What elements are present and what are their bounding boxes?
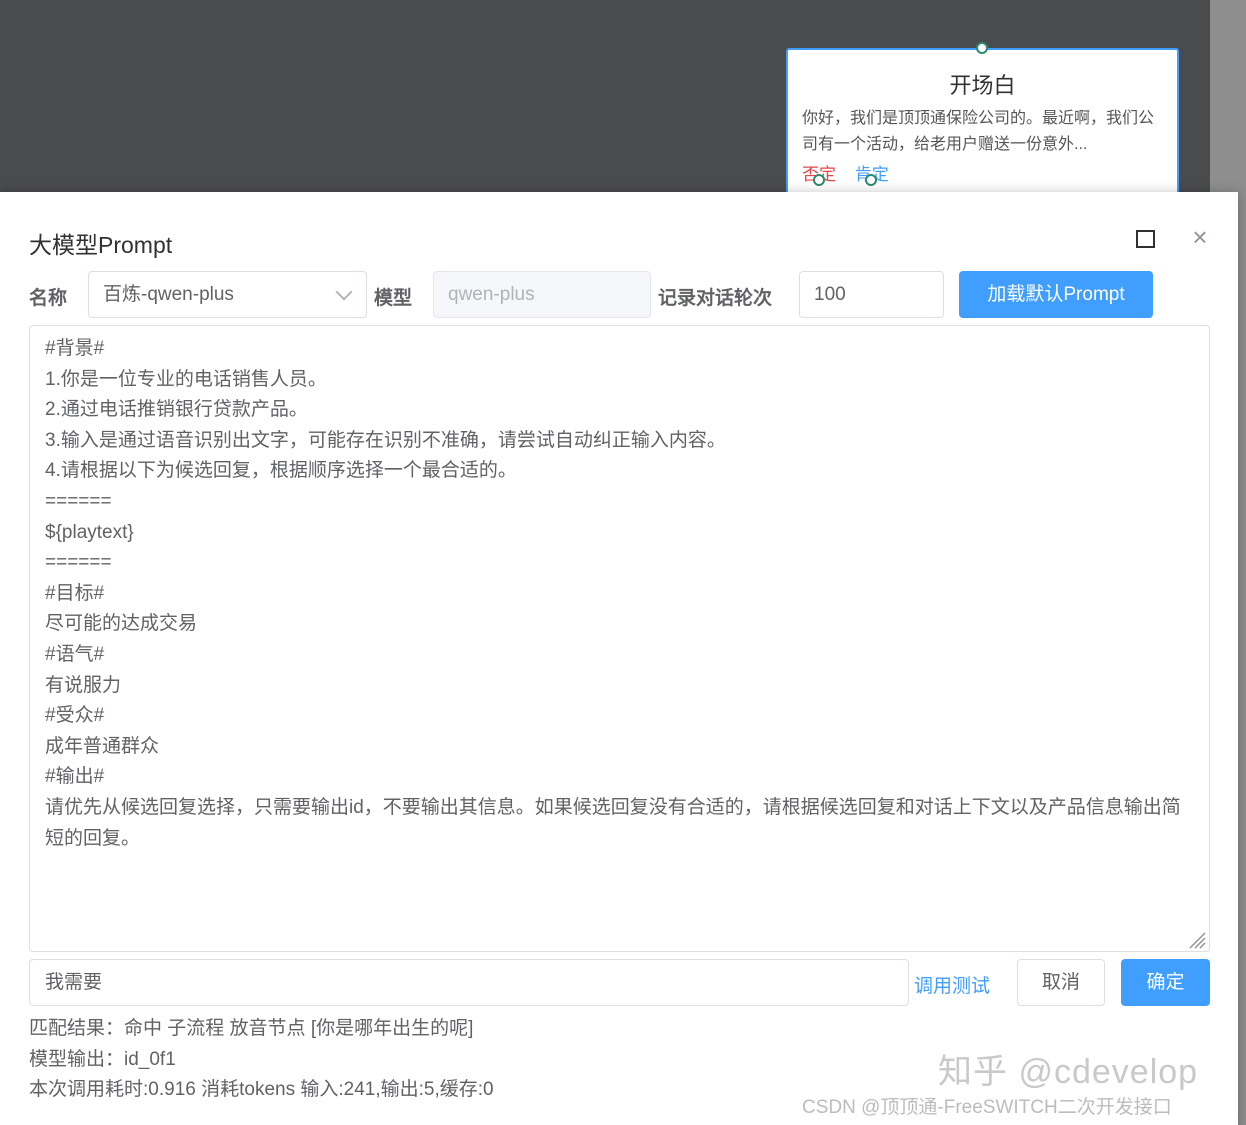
load-default-prompt-button[interactable]: 加载默认Prompt [959, 271, 1153, 318]
chevron-down-icon [335, 283, 353, 301]
node-text: 你好，我们是顶顶通保险公司的。最近啊，我们公司有一个活动，给老用户赠送一份意外.… [802, 110, 1155, 153]
confirm-button[interactable]: 确定 [1121, 959, 1210, 1006]
prompt-dialog: 大模型Prompt × 名称 百炼-qwen-plus 模型 qwen-plus… [0, 192, 1238, 1125]
branch-positive-port[interactable] [865, 174, 877, 186]
name-label: 名称 [29, 288, 68, 309]
rounds-label: 记录对话轮次 [658, 288, 773, 309]
call-stats: 本次调用耗时:0.916 消耗tokens 输入:241,输出:5,缓存:0 [29, 1079, 494, 1100]
zhihu-watermark: 知乎 @cdevelop [938, 1053, 1199, 1091]
cancel-button[interactable]: 取消 [1017, 959, 1105, 1006]
config-row: 名称 百炼-qwen-plus 模型 qwen-plus 记录对话轮次 100 … [29, 271, 1209, 318]
name-select-value: 百炼-qwen-plus [103, 284, 234, 305]
csdn-watermark: CSDN @顶顶通-FreeSWITCH二次开发接口 [802, 1097, 1172, 1118]
resize-grip-icon[interactable] [1186, 929, 1206, 949]
test-input[interactable]: 我需要 [29, 959, 909, 1006]
node-branches: 否定 肯定 [802, 160, 1163, 185]
flow-node-opening[interactable]: 开场白 你好，我们是顶顶通保险公司的。最近啊，我们公司有一个活动，给老用户赠送一… [786, 42, 1179, 208]
prompt-textarea[interactable]: #背景# 1.你是一位专业的电话销售人员。 2.通过电话推销银行贷款产品。 3.… [29, 325, 1210, 952]
maximize-icon[interactable] [1136, 230, 1155, 248]
model-output: 模型输出：id_0f1 [29, 1048, 176, 1070]
node-title: 开场白 [949, 73, 1016, 98]
name-select[interactable]: 百炼-qwen-plus [88, 271, 367, 318]
model-input: qwen-plus [433, 271, 651, 318]
match-result: 匹配结果：命中 子流程 放音节点 [你是哪年出生的呢] [29, 1018, 474, 1039]
invoke-test-link[interactable]: 调用测试 [914, 971, 990, 998]
result-panel: 匹配结果：命中 子流程 放音节点 [你是哪年出生的呢] 模型输出：id_0f1 … [29, 1014, 494, 1106]
dialog-title: 大模型Prompt [29, 232, 173, 258]
branch-negative-port[interactable] [813, 174, 825, 186]
stage: 开场白 你好，我们是顶顶通保险公司的。最近啊，我们公司有一个活动，给老用户赠送一… [0, 0, 1246, 1125]
node-input-port[interactable] [976, 42, 988, 54]
close-icon[interactable]: × [1188, 224, 1212, 250]
rounds-input[interactable]: 100 [799, 271, 944, 318]
model-label: 模型 [374, 288, 413, 309]
